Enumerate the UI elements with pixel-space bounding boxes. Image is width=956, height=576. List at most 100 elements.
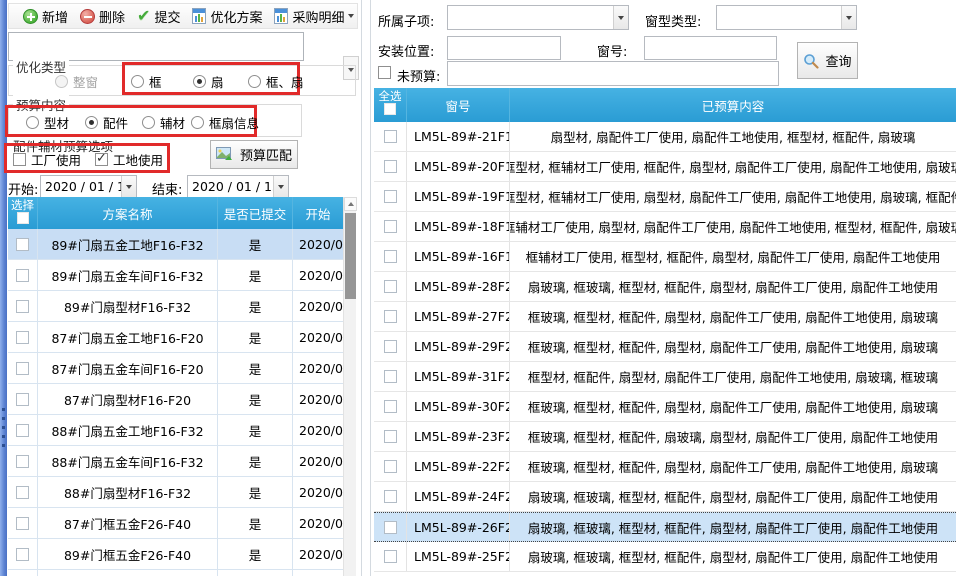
row-checkbox[interactable] [384,220,397,233]
plan-row[interactable]: 88#门扇五金工地F16-F32是2020/0 [8,415,343,446]
submitted-column-header[interactable]: 是否已提交 [218,197,293,229]
radio-sash[interactable]: 扇 [193,72,224,91]
window-row[interactable]: LM5L-89#-20F18框型材, 框辅材工厂使用, 框配件, 扇型材, 扇配… [374,152,956,182]
end-date-picker[interactable]: 2020 / 01 / 13 [187,175,289,198]
dropdown-arrow-icon[interactable] [348,14,354,18]
window-row[interactable]: LM5L-89#-21F19扇型材, 扇配件工厂使用, 扇配件工地使用, 框型材… [374,122,956,152]
plan-row[interactable]: 87#门扇五金工地F16-F20是2020/0 [8,322,343,353]
panel-splitter[interactable] [370,0,371,576]
plan-row[interactable]: 88#门扇五金车间F16-F32是2020/0 [8,446,343,477]
plan-row[interactable]: 87#门扇五金车间F16-F20是2020/0 [8,353,343,384]
radio-icon[interactable] [26,116,39,129]
sub-item-select[interactable] [447,5,629,30]
window-row[interactable]: LM5L-89#-24F22扇玻璃, 框玻璃, 框型材, 框配件, 扇型材, 扇… [374,482,956,512]
row-checkbox[interactable] [16,300,29,313]
window-row[interactable]: LM5L-89#-25F23扇玻璃, 框玻璃, 框型材, 框配件, 扇型材, 扇… [374,542,956,572]
start-date-picker[interactable]: 2020 / 01 / 1 [40,175,137,198]
row-checkbox[interactable] [384,250,397,263]
plan-table-scrollbar[interactable] [343,197,356,576]
site-use-checkbox[interactable]: 工地使用 [95,150,163,169]
install-position-input[interactable] [447,36,561,60]
select-all-checkbox[interactable] [17,212,29,224]
plan-row[interactable]: 89#门扇五金工地F16-F32是2020/0 [8,229,343,260]
checkbox-icon[interactable] [13,153,26,166]
row-checkbox[interactable] [384,521,397,534]
radio-icon[interactable] [193,75,206,88]
scrollbar-thumb[interactable] [345,213,356,299]
row-checkbox[interactable] [384,430,397,443]
row-checkbox[interactable] [384,280,397,293]
radio-icon[interactable] [85,116,98,129]
window-row[interactable]: LM5L-89#-30F28框玻璃, 框型材, 框配件, 扇型材, 扇配件工厂使… [374,392,956,422]
plan-row[interactable]: 89#门扇型材F16-F32是2020/0 [8,291,343,322]
plan-row[interactable]: 87#门扇型材F16-F20是2020/0 [8,384,343,415]
row-checkbox[interactable] [384,130,397,143]
radio-icon[interactable] [131,75,144,88]
row-checkbox[interactable] [384,310,397,323]
radio-icon[interactable] [191,116,204,129]
start-column-header[interactable]: 开始 [293,197,343,229]
radio-icon[interactable] [248,75,261,88]
panel-splitter[interactable] [361,0,362,576]
window-row[interactable]: LM5L-89#-23F21框玻璃, 框型材, 框配件, 扇玻璃, 扇型材, 扇… [374,422,956,452]
scroll-up-button[interactable] [344,197,357,211]
row-checkbox[interactable] [16,331,29,344]
window-row[interactable]: LM5L-89#-26F24扇玻璃, 框玻璃, 框型材, 框配件, 扇型材, 扇… [374,512,956,542]
window-row[interactable]: LM5L-89#-22F20框玻璃, 框型材, 框配件, 扇型材, 扇配件工厂使… [374,452,956,482]
window-row[interactable]: LM5L-89#-31F29框型材, 框配件, 扇型材, 扇配件工厂使用, 扇配… [374,362,956,392]
row-checkbox[interactable] [16,517,29,530]
radio-frame-sash[interactable]: 框、扇 [248,72,304,91]
radio-accessory[interactable]: 配件 [85,113,128,132]
plan-row[interactable]: 87#门框五金F26-F40是2020/0 [8,508,343,539]
row-checkbox[interactable] [16,486,29,499]
budget-match-button[interactable]: 预算匹配 [210,140,298,169]
budgeted-column-header[interactable]: 已预算内容 [510,88,956,122]
radio-frame[interactable]: 框 [131,72,162,91]
unbudgeted-checkbox[interactable] [378,66,391,79]
row-checkbox[interactable] [384,340,397,353]
row-checkbox[interactable] [16,269,29,282]
window-no-column-header[interactable]: 窗号 [407,88,510,122]
window-no-input[interactable] [644,36,777,60]
row-checkbox[interactable] [16,238,29,251]
radio-icon[interactable] [55,75,68,88]
radio-frame-sash-info[interactable]: 框扇信息 [191,113,259,132]
delete-button[interactable]: 删除 [74,5,131,27]
radio-auxiliary[interactable]: 辅材 [142,113,185,132]
plan-row[interactable]: 89#门扇五金车间F16-F32是2020/0 [8,260,343,291]
plan-name-column-header[interactable]: 方案名称 [38,197,218,229]
row-checkbox[interactable] [16,362,29,375]
dropdown-button[interactable] [121,176,136,197]
purchase-detail-button[interactable]: 采购明细 [268,5,360,27]
docked-panel-strip[interactable] [0,0,7,576]
dropdown-button[interactable] [273,176,288,197]
window-row[interactable]: LM5L-89#-27F25框玻璃, 框型材, 框配件, 扇型材, 扇配件工厂使… [374,302,956,332]
window-type-select[interactable] [716,5,857,30]
radio-profile[interactable]: 型材 [26,113,69,132]
window-row[interactable]: LM5L-89#-29F27框玻璃, 框型材, 框配件, 扇型材, 扇配件工厂使… [374,332,956,362]
window-row[interactable]: LM5L-89#-19F17框型材, 框辅材工厂使用, 扇型材, 扇配件工厂使用… [374,182,956,212]
unbudgeted-input[interactable] [447,61,779,86]
row-checkbox[interactable] [384,460,397,473]
row-checkbox[interactable] [16,548,29,561]
row-checkbox[interactable] [384,550,397,563]
row-checkbox[interactable] [384,190,397,203]
radio-icon[interactable] [142,116,155,129]
plan-row[interactable]: 88#门扇型材F16-F32是2020/0 [8,477,343,508]
dropdown-button[interactable] [841,6,856,29]
window-row[interactable]: LM5L-89#-28F26扇玻璃, 框玻璃, 框型材, 框配件, 扇型材, 扇… [374,272,956,302]
select-all-checkbox[interactable] [384,103,396,115]
dropdown-button[interactable] [613,6,628,29]
add-button[interactable]: 新增 [17,5,74,27]
query-button[interactable]: 查询 [797,42,858,79]
row-checkbox[interactable] [384,400,397,413]
window-row[interactable]: LM5L-89#-18F16框辅材工厂使用, 扇型材, 扇配件工厂使用, 扇配件… [374,212,956,242]
row-checkbox[interactable] [384,370,397,383]
row-checkbox[interactable] [384,490,397,503]
optimize-plan-button[interactable]: 优化方案 [186,5,268,27]
radio-whole-window[interactable]: 整窗 [55,72,98,91]
checkbox-icon[interactable] [95,153,108,166]
row-checkbox[interactable] [384,160,397,173]
plan-row[interactable]: 89#门框五金F26-F40是2020/0 [8,539,343,570]
submit-button[interactable]: ✔ 提交 [131,5,186,27]
